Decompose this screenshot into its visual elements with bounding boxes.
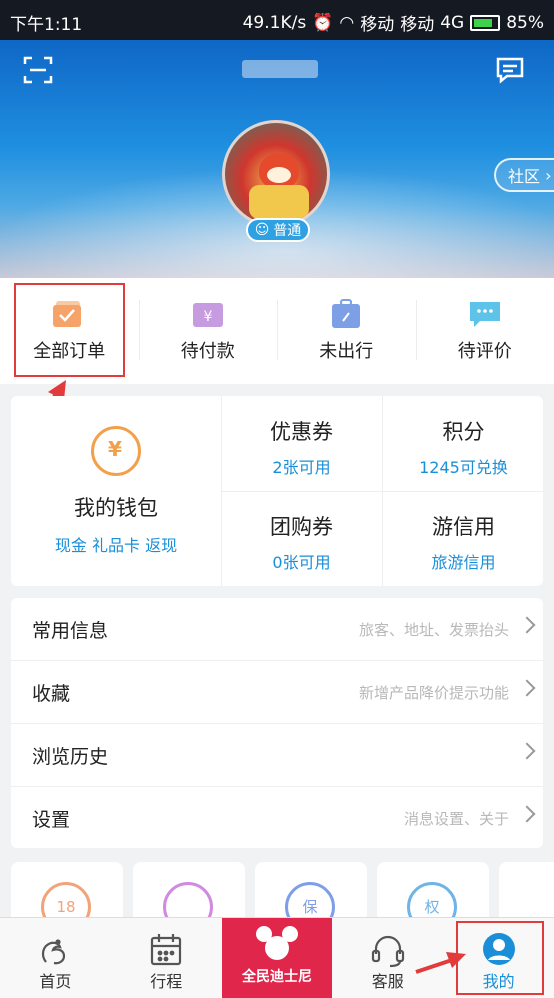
alarm-icon: ⏰ <box>312 13 333 33</box>
wifi-icon: ◠ <box>339 13 354 33</box>
list-item-favorites[interactable]: 收藏 新增产品降价提示功能 <box>11 661 543 724</box>
arrow-annotation-mine <box>414 948 468 978</box>
points-cell[interactable]: 积分 1245可兑换 <box>383 396 543 492</box>
list-item-history[interactable]: 浏览历史 <box>11 724 543 787</box>
travel-credit-cell[interactable]: 游信用 旅游信用 <box>383 491 543 586</box>
username-blurred <box>242 60 318 78</box>
chevron-right-icon <box>519 617 536 634</box>
coupon-cell[interactable]: 优惠券 2张可用 <box>221 396 383 492</box>
chevron-right-icon: › <box>540 166 551 185</box>
settings-list: 常用信息 旅客、地址、发票抬头 收藏 新增产品降价提示功能 浏览历史 设置 消息… <box>11 598 543 848</box>
tab-home[interactable]: 首页 <box>0 918 111 998</box>
status-bar: 下午1:11 49.1K/s ⏰ ◠ 移动 移动 4G 85% <box>0 0 554 40</box>
chevron-right-icon <box>519 806 536 823</box>
tab-not-traveled[interactable]: 未出行 <box>277 278 416 384</box>
scan-icon[interactable] <box>18 50 58 90</box>
mickey-icon <box>255 924 299 962</box>
highlight-box-mine <box>456 921 544 995</box>
highlight-box-orders <box>14 283 125 377</box>
network-speed: 49.1K/s <box>243 13 307 33</box>
wallet-links[interactable]: 现金 礼品卡 返现 <box>11 532 221 556</box>
member-level-badge: ☺ 普通 <box>246 218 310 242</box>
chevron-right-icon <box>519 743 536 760</box>
status-icons: 49.1K/s ⏰ ◠ 移动 移动 4G 85% <box>243 10 544 35</box>
wallet-title: 我的钱包 <box>11 492 221 522</box>
list-item-settings[interactable]: 设置 消息设置、关于 <box>11 787 543 848</box>
list-item-common-info[interactable]: 常用信息 旅客、地址、发票抬头 <box>11 598 543 661</box>
tab-pending-review[interactable]: 待评价 <box>416 278 554 384</box>
wallet-card: 我的钱包 现金 礼品卡 返现 优惠券 2张可用 积分 1245可兑换 团购券 0… <box>11 396 543 586</box>
tab-itinerary[interactable]: 行程 <box>111 918 222 998</box>
svg-text:¥: ¥ <box>203 309 212 325</box>
home-icon <box>36 932 74 968</box>
wallet-yen-icon: ¥ <box>191 299 225 329</box>
avatar[interactable] <box>222 120 330 228</box>
carrier-1: 移动 <box>360 10 394 35</box>
battery-level: 85% <box>506 13 544 33</box>
suitcase-icon <box>329 299 363 329</box>
profile-header: ☺ 普通 社区 › <box>0 40 554 278</box>
network-type: 4G <box>440 13 464 33</box>
community-button[interactable]: 社区 › <box>494 158 554 192</box>
message-icon[interactable] <box>490 50 530 90</box>
carrier-2: 移动 <box>400 10 434 35</box>
comment-icon <box>468 299 502 329</box>
tab-disney[interactable]: 全民迪士尼 <box>222 918 333 998</box>
headset-icon <box>369 932 407 968</box>
medal-icon: ☺ <box>255 222 270 238</box>
my-wallet[interactable]: 我的钱包 现金 礼品卡 返现 <box>11 396 222 586</box>
wallet-icon <box>91 426 141 476</box>
group-voucher-cell[interactable]: 团购券 0张可用 <box>221 491 383 586</box>
tab-pending-payment[interactable]: ¥ 待付款 <box>139 278 278 384</box>
status-time: 下午1:11 <box>10 10 82 35</box>
chevron-right-icon <box>519 680 536 697</box>
battery-icon <box>470 15 500 31</box>
calendar-icon <box>147 932 185 968</box>
